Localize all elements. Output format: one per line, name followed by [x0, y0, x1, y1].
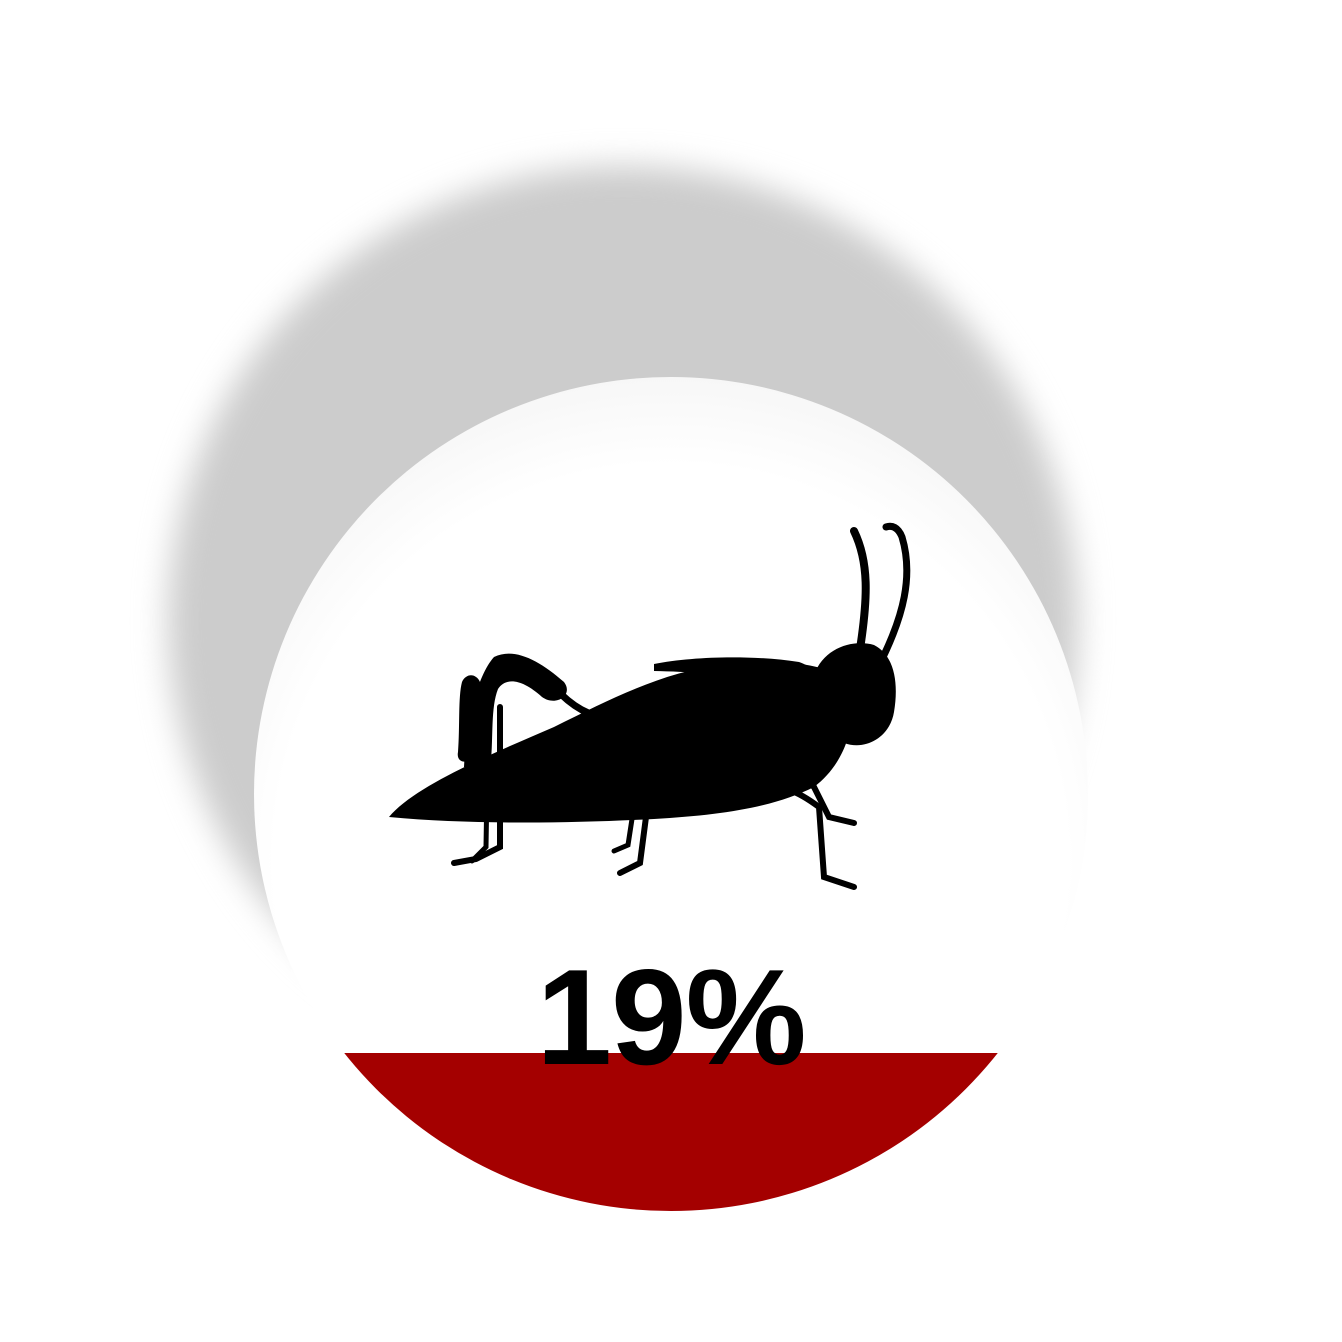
- percentage-badge: 19%: [254, 377, 1088, 1211]
- percentage-value: 19%: [536, 941, 806, 1093]
- infographic-stage: 19%: [0, 0, 1342, 1342]
